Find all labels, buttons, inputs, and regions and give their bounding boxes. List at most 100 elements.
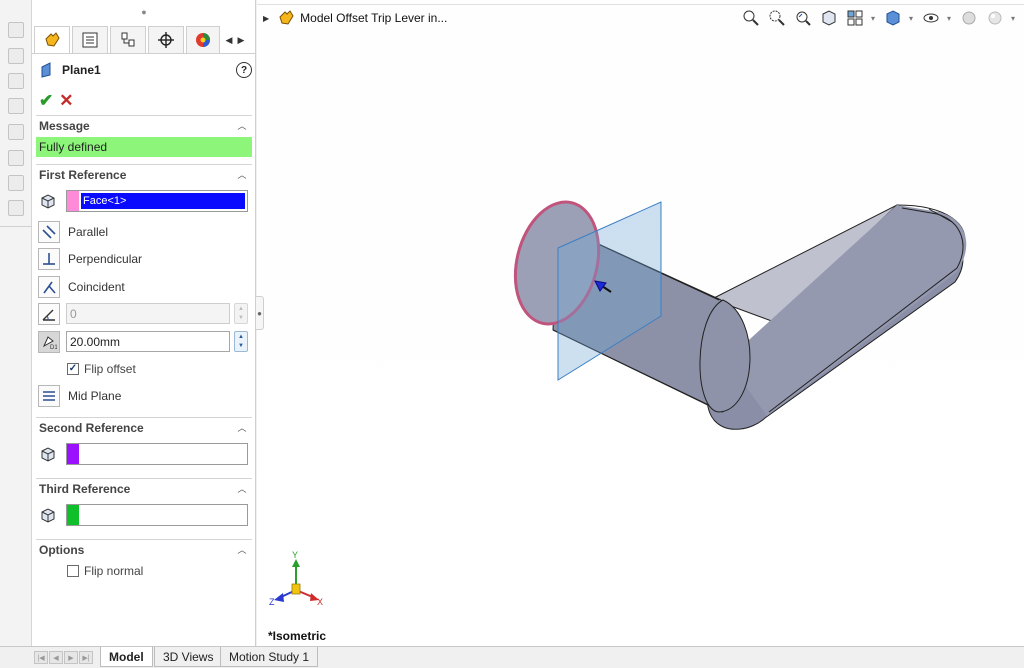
panel-collapse-handle-icon[interactable]: ● (256, 296, 264, 330)
first-reference-header[interactable]: First Reference ︿ (36, 164, 252, 184)
next-tab-icon[interactable]: ▶ (64, 651, 78, 664)
lever-arm (706, 204, 967, 430)
offset-distance-icon[interactable]: D1 (38, 331, 60, 353)
annotation-tool-icon[interactable] (8, 48, 24, 64)
angle-icon[interactable] (38, 303, 60, 325)
property-manager: ● ◀ ▶ Plane1 ? ✔ ✕ Message ︿ Fully defin… (32, 0, 256, 646)
collapse-chevron-icon[interactable]: ︿ (236, 482, 248, 495)
flip-normal-label: Flip normal (84, 564, 144, 578)
graphics-area[interactable]: Y X Z ▶ Model Offset Trip Lever in... ▾ ▾ … (257, 0, 1024, 646)
panel-grip-icon[interactable]: ● (32, 7, 256, 17)
previous-view-icon[interactable] (793, 8, 813, 28)
options-header[interactable]: Options ︿ (36, 539, 252, 559)
flip-offset-row[interactable]: ✓ Flip offset (67, 360, 136, 378)
model-viewport[interactable]: Y X Z (257, 0, 1024, 646)
face-selection-icon (38, 444, 58, 464)
heads-up-view-toolbar: ▾ ▾ ▾ ▾ (741, 8, 1017, 28)
tab-property-manager[interactable] (34, 26, 70, 53)
tab-3d-views[interactable]: 3D Views (154, 647, 223, 667)
expand-arrow-icon[interactable]: ▶ (263, 14, 269, 23)
balloon-tool-icon[interactable] (8, 124, 24, 140)
tab-display-manager[interactable] (186, 26, 220, 53)
triad-z-label: Z (269, 597, 275, 607)
triad-x-label: X (317, 597, 323, 607)
plane-icon (41, 62, 51, 78)
tab-scroll-left-icon[interactable]: ◀ (224, 32, 234, 48)
flip-normal-checkbox[interactable] (67, 565, 79, 577)
face-selection-icon (38, 191, 58, 211)
sketch-tool-icon[interactable] (8, 22, 24, 38)
dropdown-arrow-icon[interactable]: ▾ (909, 14, 915, 23)
last-tab-icon[interactable]: ▶| (79, 651, 93, 664)
note-tool-icon[interactable] (8, 98, 24, 114)
tab-motion-study-1[interactable]: Motion Study 1 (220, 647, 319, 667)
perpendicular-icon (38, 248, 60, 270)
display-style-icon[interactable] (883, 8, 903, 28)
third-reference-label: Third Reference (39, 481, 131, 496)
first-reference-value[interactable]: Face<1> (81, 193, 245, 209)
dropdown-arrow-icon[interactable]: ▾ (947, 14, 953, 23)
hide-show-items-icon[interactable] (921, 8, 941, 28)
angle-input[interactable]: 0 (66, 303, 230, 324)
collapse-chevron-icon[interactable]: ︿ (236, 543, 248, 556)
axis-triad (274, 559, 319, 602)
angle-spinner[interactable]: ▲ ▼ (234, 303, 248, 324)
collapse-chevron-icon[interactable]: ︿ (236, 168, 248, 181)
previous-tab-icon[interactable]: ◀ (49, 651, 63, 664)
ok-checkmark-icon[interactable]: ✔ (39, 92, 53, 109)
parallel-label: Parallel (68, 225, 109, 239)
tab-scroll-right-icon[interactable]: ▶ (236, 32, 246, 48)
help-icon[interactable]: ? (236, 62, 252, 78)
distance-spinner[interactable]: ▲ ▼ (234, 331, 248, 352)
apply-scene-icon[interactable] (985, 8, 1005, 28)
feature-title-row: Plane1 ? (40, 60, 252, 80)
parallel-option[interactable]: Parallel (38, 220, 108, 244)
first-tab-icon[interactable]: |◀ (34, 651, 48, 664)
perpendicular-option[interactable]: Perpendicular (38, 247, 142, 271)
tab-feature-tree[interactable] (72, 26, 108, 53)
second-reference-label: Second Reference (39, 420, 144, 435)
message-section-label: Message (39, 118, 90, 133)
clipboard-tool-icon[interactable] (8, 150, 24, 166)
second-reference-header[interactable]: Second Reference ︿ (36, 417, 252, 437)
tab-nav-arrows: |◀ ◀ ▶ ▶| (34, 651, 93, 665)
mid-plane-option[interactable]: Mid Plane (38, 384, 121, 408)
edit-appearance-icon[interactable] (959, 8, 979, 28)
message-section-header[interactable]: Message ︿ (36, 115, 252, 135)
third-reference-header[interactable]: Third Reference ︿ (36, 478, 252, 498)
view-orientation-label: *Isometric (268, 629, 327, 643)
face-selection-icon (38, 505, 58, 525)
flip-offset-label: Flip offset (84, 362, 136, 376)
collapse-chevron-icon[interactable]: ︿ (236, 119, 248, 132)
view-orientation-icon[interactable] (845, 8, 865, 28)
feature-tree-icon (82, 32, 98, 48)
first-reference-field[interactable]: Face<1> (66, 190, 248, 212)
distance-input[interactable]: 20.00mm (66, 331, 230, 352)
dropdown-arrow-icon[interactable]: ▾ (871, 14, 877, 23)
dropdown-arrow-icon[interactable]: ▾ (1011, 14, 1017, 23)
options-label: Options (39, 542, 85, 557)
pattern-tool-icon[interactable] (8, 175, 24, 191)
third-reference-field[interactable] (66, 504, 248, 526)
coincident-option[interactable]: Coincident (38, 275, 125, 299)
tab-configuration[interactable] (110, 26, 146, 53)
tab-dimxpert[interactable] (148, 26, 184, 53)
collapse-chevron-icon[interactable]: ︿ (236, 421, 248, 434)
zoom-to-fit-icon[interactable] (741, 8, 761, 28)
flip-offset-checkbox[interactable]: ✓ (67, 363, 79, 375)
triad-y-label: Y (292, 550, 298, 560)
cancel-x-icon[interactable]: ✕ (59, 92, 73, 109)
second-reference-field[interactable] (66, 443, 248, 465)
link-tool-icon[interactable] (8, 200, 24, 216)
tab-model[interactable]: Model (100, 647, 153, 667)
third-reference-selection-row (38, 504, 248, 526)
flip-normal-row[interactable]: Flip normal (67, 562, 143, 580)
tree-item-name[interactable]: Model Offset Trip Lever in... (300, 11, 447, 25)
bottom-tab-bar: |◀ ◀ ▶ ▶| Model 3D Views Motion Study 1 (0, 646, 1024, 668)
section-view-icon[interactable] (819, 8, 839, 28)
coincident-label: Coincident (68, 280, 125, 294)
text-tool-icon[interactable] (8, 73, 24, 89)
feature-tree-flyout[interactable]: ▶ Model Offset Trip Lever in... (263, 9, 447, 27)
parallel-icon (38, 221, 60, 243)
zoom-to-area-icon[interactable] (767, 8, 787, 28)
